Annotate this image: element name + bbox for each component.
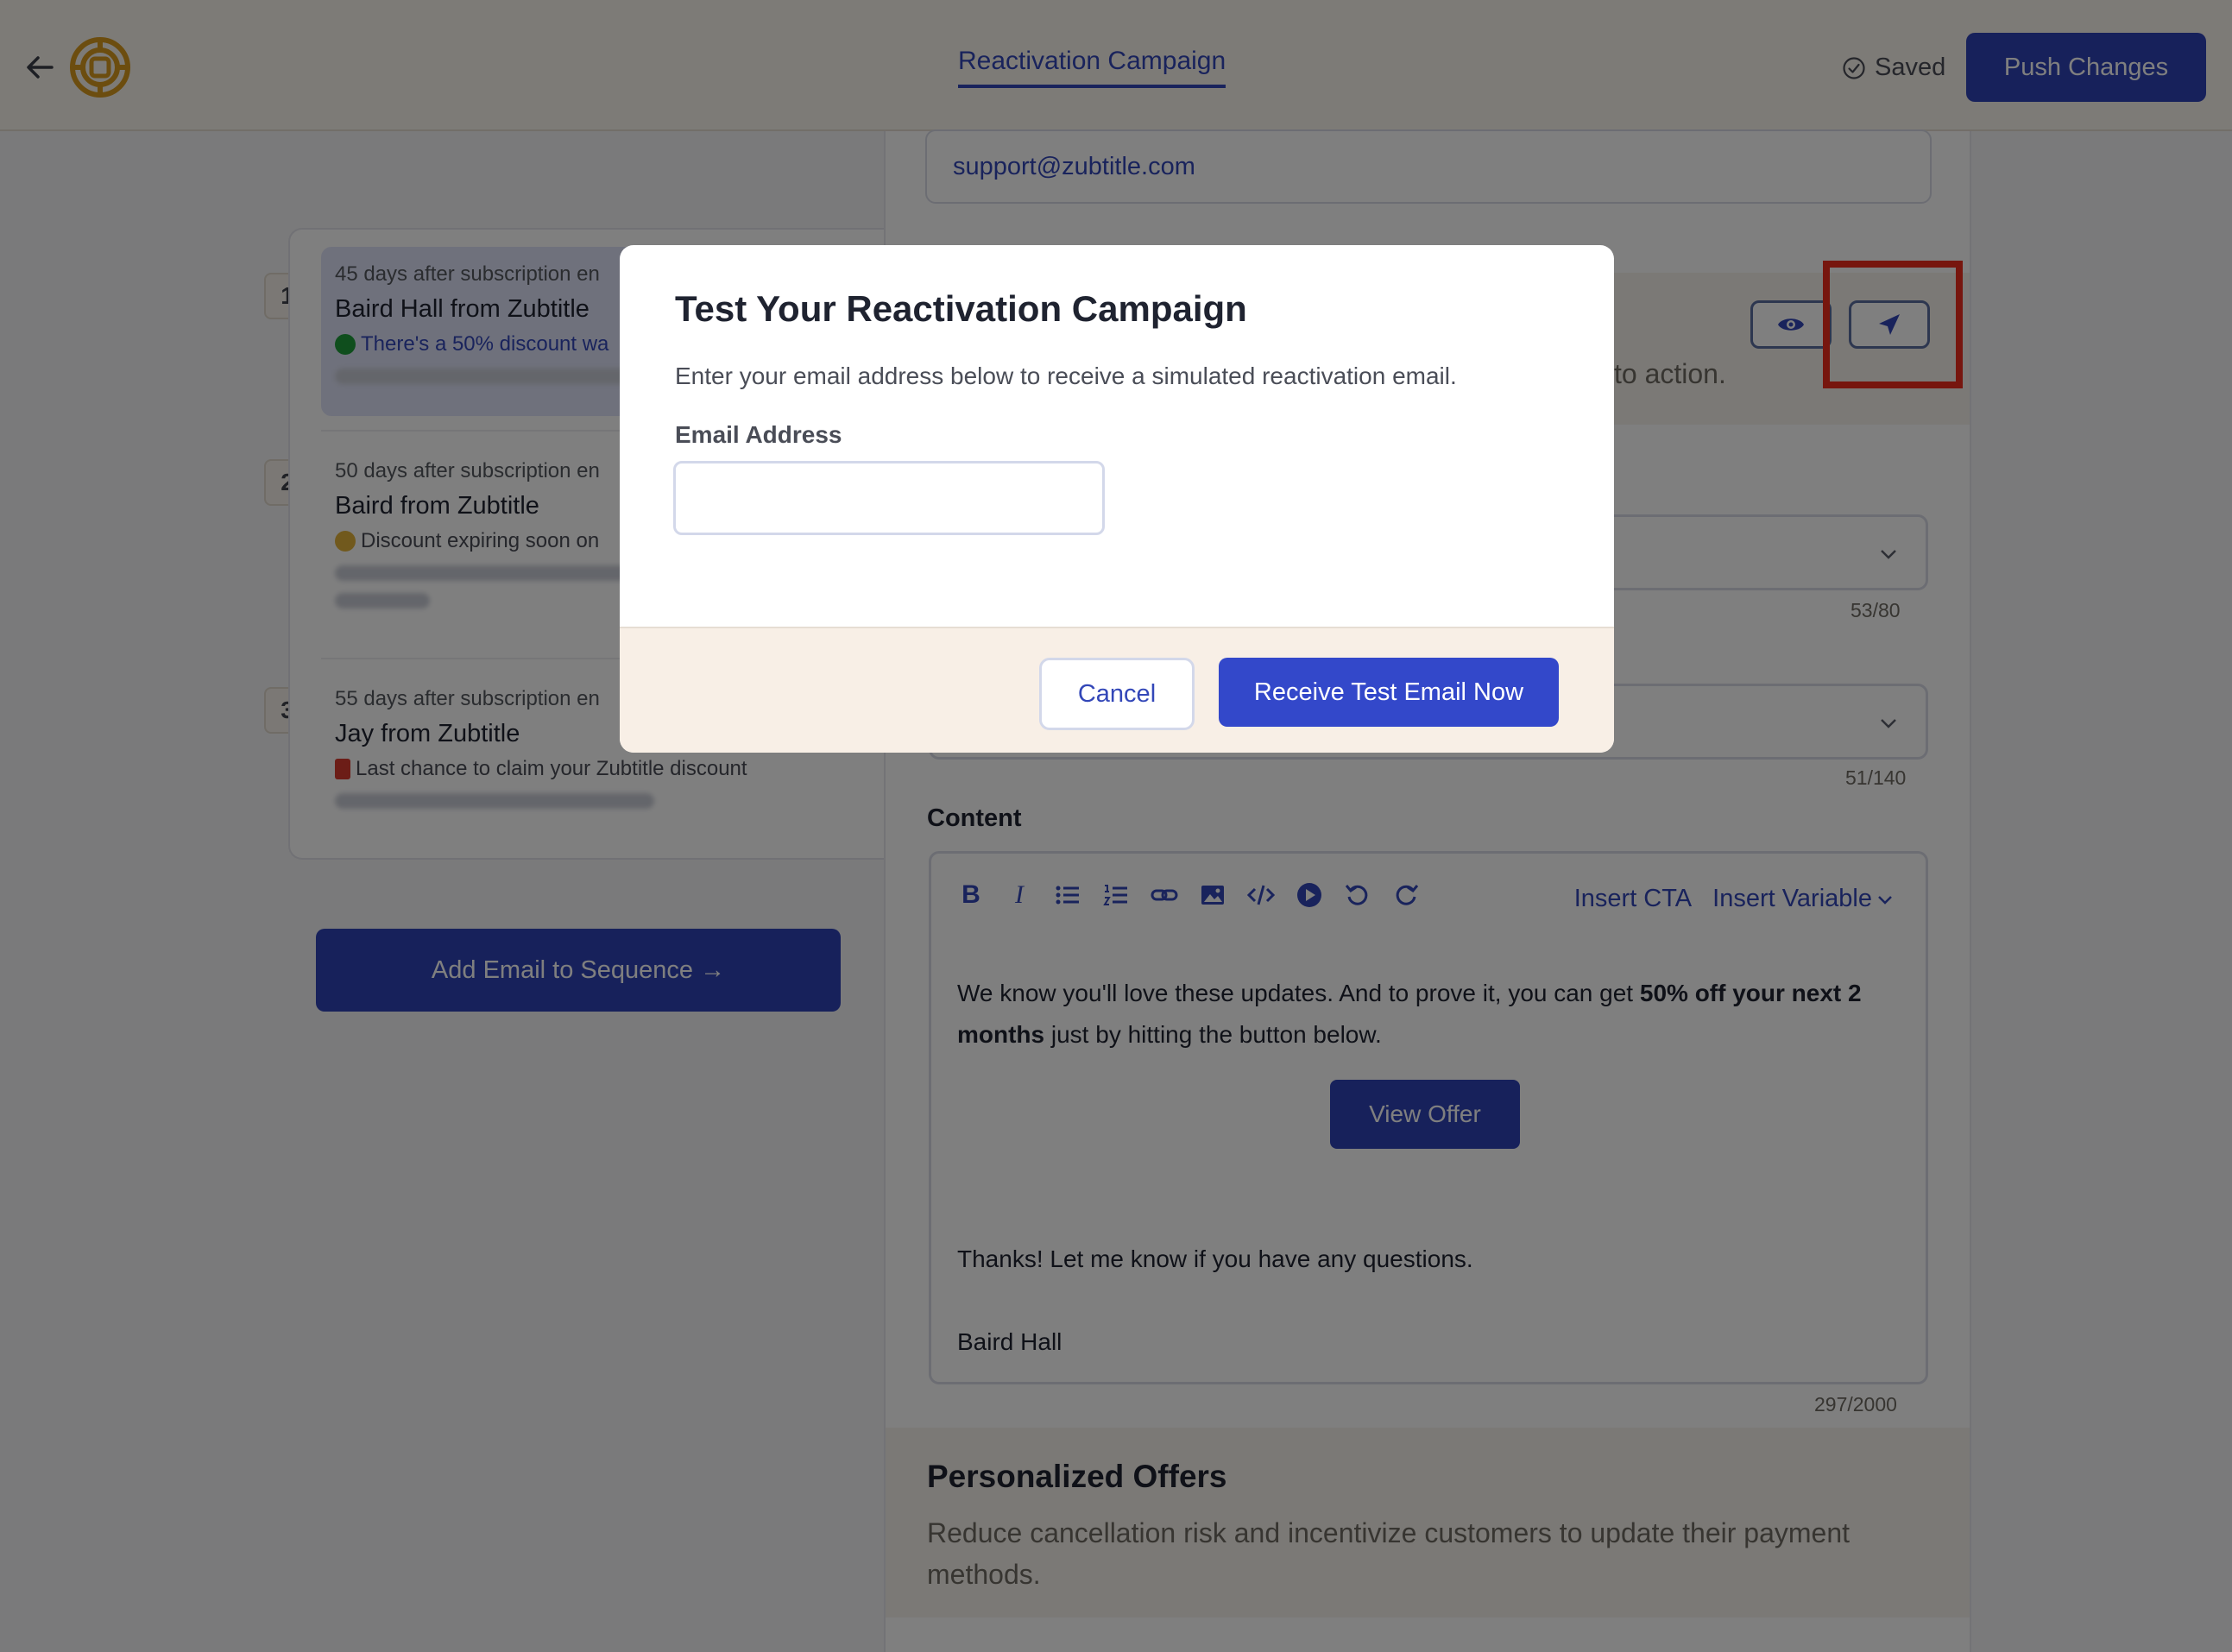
receive-test-email-button[interactable]: Receive Test Email Now [1219,658,1559,727]
modal-title: Test Your Reactivation Campaign [675,288,1247,329]
email-address-label: Email Address [675,421,842,448]
cancel-button[interactable]: Cancel [1039,658,1195,730]
test-campaign-modal: Test Your Reactivation Campaign Enter yo… [620,245,1614,753]
email-address-input[interactable] [673,461,1105,535]
modal-description: Enter your email address below to receiv… [675,363,1457,389]
modal-footer: Cancel Receive Test Email Now [620,627,1614,753]
